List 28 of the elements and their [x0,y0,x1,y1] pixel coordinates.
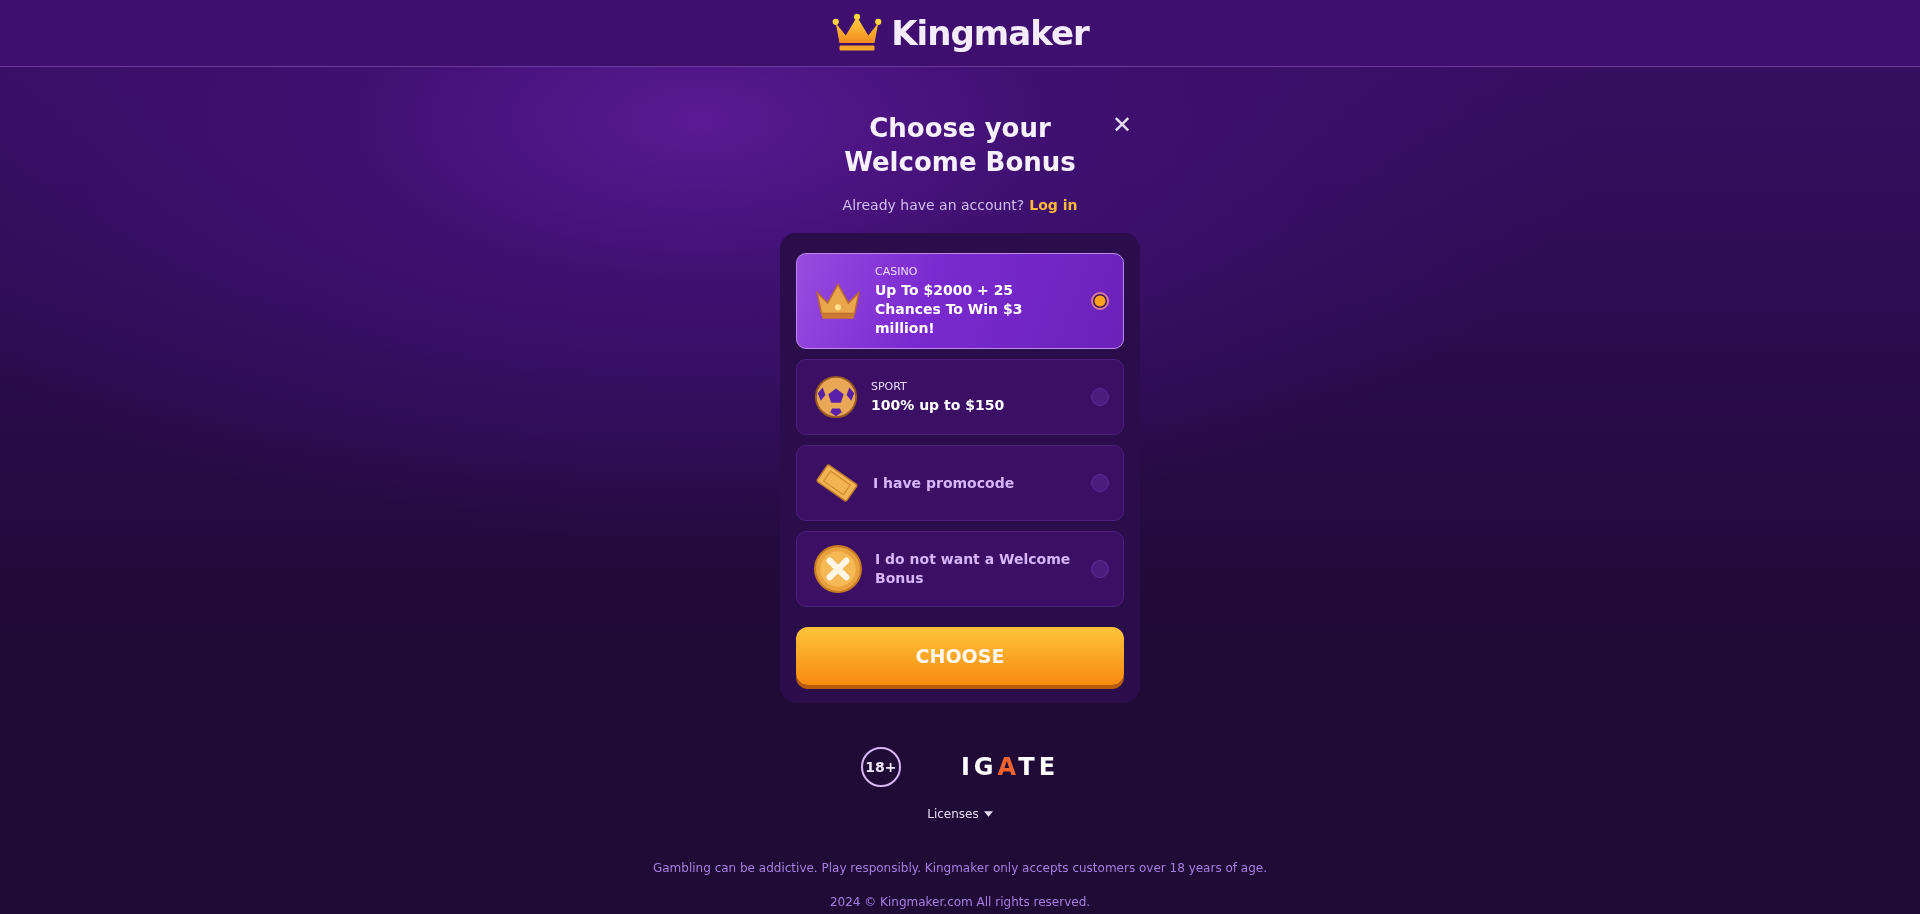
option-text: I do not want a Welcome Bonus [875,550,1072,588]
option-text: I have promocode [873,473,1016,493]
login-prompt: Already have an account? [842,197,1025,213]
copyright-text: 2024 © Kingmaker.com All rights reserved. [829,895,1091,909]
option-text: 100% up to $150 [871,395,1006,415]
bonus-option[interactable]: SPORT 100% up to $150 [796,359,1124,435]
disclaimer-text: Gambling can be addictive. Play responsibly. Kingmaker only accepts customers over 18 years of age. [652,861,1267,875]
bonus-option[interactable]: I do not want a Welcome Bonus [796,531,1124,607]
radio-button[interactable] [1091,474,1109,492]
coin-icon [813,544,863,594]
option-text: Up To $2000 + 25 Chances To Win $3 million! [875,280,1024,338]
option-category: CASINO [875,264,919,278]
brand-name[interactable]: Kingmaker [891,13,1089,53]
radio-button[interactable] [1091,388,1109,406]
crown-icon [831,13,884,53]
login-link[interactable]: Log in [1029,197,1078,213]
modal-title: Choose your Welcome Bonus [844,112,1076,179]
soccer-ball-icon [813,374,859,420]
option-category: SPORT [871,379,908,393]
bonus-option[interactable]: I have promocode [796,445,1124,521]
bonus-option[interactable]: CASINO Up To $2000 + 25 Chances To Win $3 million! [796,253,1124,349]
radio-button[interactable] [1091,560,1109,578]
age-badge: 18+ [860,747,901,787]
radio-button[interactable] [1091,292,1109,310]
licenses-dropdown[interactable]: Licenses [927,807,993,821]
close-button[interactable]: ✕ [1111,111,1132,139]
provider-logo: IGATE [960,753,1060,781]
caret-icon [983,811,993,817]
